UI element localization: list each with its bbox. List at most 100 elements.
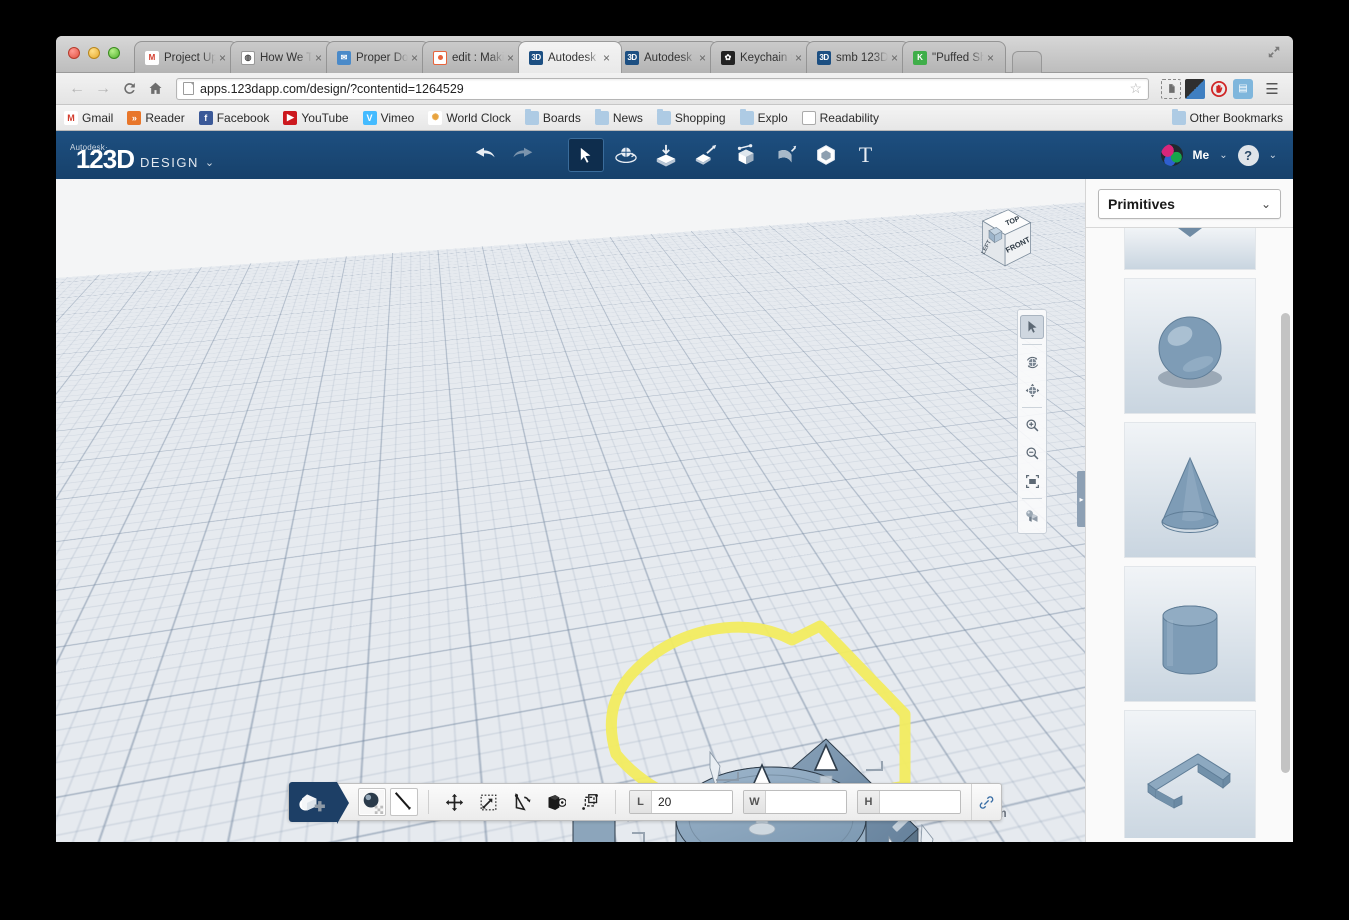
bookmark-readability[interactable]: Readability: [801, 110, 879, 125]
avatar[interactable]: [1160, 144, 1183, 166]
address-bar[interactable]: apps.123dapp.com/design/?contentid=12645…: [176, 77, 1149, 100]
construct-tool[interactable]: [728, 138, 764, 172]
browser-menu-icon[interactable]: ☰: [1259, 76, 1285, 102]
extrude-button[interactable]: [540, 787, 572, 817]
width-label: W: [744, 791, 766, 813]
palette-scrollbar[interactable]: [1281, 228, 1290, 838]
rotate-button[interactable]: [506, 787, 538, 817]
view-style-tool[interactable]: [1020, 504, 1044, 528]
pan-tool[interactable]: [1020, 378, 1044, 402]
modify-tool[interactable]: [768, 138, 804, 172]
panel-collapse-handle[interactable]: ▸: [1077, 471, 1085, 527]
sketch-button[interactable]: [390, 788, 418, 816]
viewport-nav-toolbar: [1017, 309, 1047, 534]
fit-to-screen-tool[interactable]: [1020, 469, 1044, 493]
reload-icon[interactable]: [116, 76, 142, 102]
primitive-cylinder-item[interactable]: [1123, 566, 1256, 702]
primitives-sidebar: Primitives ⌄: [1085, 179, 1293, 842]
app-logo[interactable]: Autodesk· 123D DESIGN ⌄: [70, 138, 214, 173]
close-tab-button[interactable]: ×: [987, 51, 999, 65]
adblock-icon[interactable]: [1209, 79, 1229, 99]
bookmark-youtube[interactable]: ▶ YouTube: [283, 110, 349, 125]
primitive-shape-icon[interactable]: [289, 782, 349, 824]
new-tab-button[interactable]: [1012, 51, 1042, 73]
browser-tab[interactable]: 3D smb 123D_D ×: [806, 41, 910, 73]
pocket-icon[interactable]: [1185, 78, 1205, 99]
material-button[interactable]: [358, 788, 386, 816]
scale-button[interactable]: [472, 787, 504, 817]
bookmark-news[interactable]: News: [594, 108, 643, 125]
bookmark-star-icon[interactable]: ☆: [1129, 80, 1142, 97]
gear-icon: ✿: [721, 50, 735, 65]
browser-tab[interactable]: edit : Making ×: [422, 41, 526, 73]
browser-window: M Project Upda × ◍ How We Test × ✉ Prope…: [56, 36, 1293, 842]
circle-icon: ◍: [241, 50, 255, 65]
inbox-icon[interactable]: ▤: [1233, 78, 1253, 99]
redo-button[interactable]: [506, 138, 542, 172]
browser-tab-active[interactable]: 3D Autodesk 12 ×: [518, 41, 622, 73]
length-input[interactable]: [652, 791, 732, 813]
sketch-tool[interactable]: [688, 138, 724, 172]
browser-tab[interactable]: ✉ Proper Docu ×: [326, 41, 430, 73]
other-bookmarks-folder[interactable]: Other Bookmarks: [1171, 108, 1283, 125]
primitive-sphere-item[interactable]: [1123, 278, 1256, 414]
primitive-cone-item[interactable]: [1123, 422, 1256, 558]
3d-viewport[interactable]: TOP FRONT LEFT ▸ L 20 W H: [56, 179, 1085, 842]
primitive-box-item[interactable]: [1123, 228, 1256, 270]
height-input[interactable]: [880, 791, 960, 813]
move-button[interactable]: [438, 787, 470, 817]
browser-tab[interactable]: ◍ How We Test ×: [230, 41, 334, 73]
length-field[interactable]: L: [629, 790, 733, 814]
chevron-down-icon[interactable]: ⌄: [1269, 150, 1277, 161]
home-icon[interactable]: [142, 76, 168, 102]
select-tool[interactable]: [567, 138, 604, 172]
window-resize-icon[interactable]: [1267, 45, 1283, 61]
maximize-window-button[interactable]: [108, 47, 120, 59]
orbit-tool[interactable]: [1020, 350, 1044, 374]
bookmark-reader[interactable]: » Reader: [127, 110, 185, 125]
evernote-clipper-icon[interactable]: [1161, 78, 1181, 99]
text-tool[interactable]: T: [848, 138, 884, 172]
window-controls: [68, 47, 120, 59]
bookmark-gmail[interactable]: M Gmail: [64, 110, 113, 125]
bookmark-vimeo[interactable]: V Vimeo: [362, 110, 414, 125]
3d-model-scene[interactable]: [56, 179, 1085, 842]
close-window-button[interactable]: [68, 47, 80, 59]
browser-tab[interactable]: 3D Autodesk 12 ×: [614, 41, 718, 73]
view-cube[interactable]: TOP FRONT LEFT: [957, 197, 1037, 277]
undo-button[interactable]: [466, 138, 502, 172]
bookmark-shopping[interactable]: Shopping: [656, 108, 726, 125]
bookmark-world-clock[interactable]: ✺ World Clock: [428, 110, 511, 125]
scrollbar-thumb[interactable]: [1281, 313, 1290, 773]
shape-category-select[interactable]: Primitives ⌄: [1098, 189, 1281, 219]
product-name-label: DESIGN: [139, 154, 199, 170]
facebook-icon: f: [198, 110, 213, 125]
transform-tool[interactable]: [608, 138, 644, 172]
browser-tab[interactable]: ✿ Keychain tag ×: [710, 41, 814, 73]
select-cursor-tool[interactable]: [1020, 315, 1044, 339]
height-field[interactable]: H: [857, 790, 961, 814]
close-tab-button[interactable]: ×: [603, 51, 615, 65]
zoom-in-tool[interactable]: [1020, 413, 1044, 437]
width-field[interactable]: W: [743, 790, 847, 814]
link-dimensions-button[interactable]: [971, 784, 1001, 820]
bookmark-explo[interactable]: Explo: [739, 108, 788, 125]
chevron-down-icon[interactable]: ⌄: [1219, 150, 1227, 161]
user-name-label: Me: [1192, 148, 1210, 162]
forward-button[interactable]: →: [90, 76, 116, 102]
minimize-window-button[interactable]: [88, 47, 100, 59]
width-input[interactable]: [766, 791, 846, 813]
back-button[interactable]: ←: [64, 76, 90, 102]
primitives-palette[interactable]: [1086, 228, 1293, 838]
primitive-bent-bar-item[interactable]: [1123, 710, 1256, 838]
primitives-tool[interactable]: [648, 138, 684, 172]
help-icon[interactable]: ?: [1237, 144, 1259, 166]
browser-tab[interactable]: K "Puffed Shog ×: [902, 41, 1006, 73]
zoom-out-tool[interactable]: [1020, 441, 1044, 465]
chevron-down-icon[interactable]: ⌄: [205, 156, 214, 169]
bookmark-boards[interactable]: Boards: [524, 108, 581, 125]
pattern-button[interactable]: [574, 787, 606, 817]
bookmark-facebook[interactable]: f Facebook: [198, 110, 269, 125]
browser-tab[interactable]: M Project Upda ×: [134, 41, 238, 73]
pattern-tool[interactable]: [808, 138, 844, 172]
